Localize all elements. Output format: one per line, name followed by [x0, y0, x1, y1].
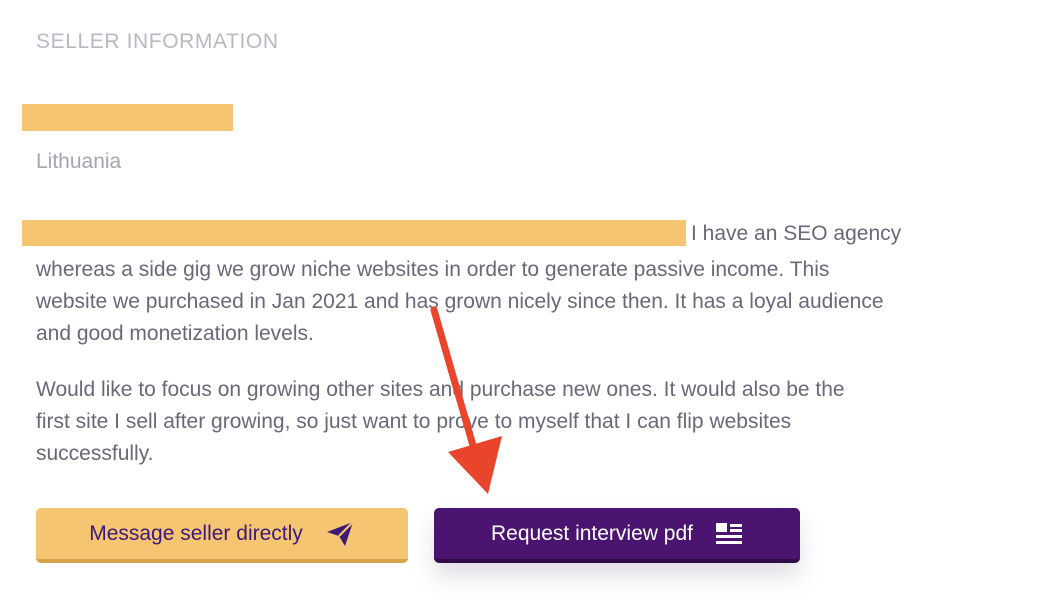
- message-seller-button[interactable]: Message seller directly: [36, 508, 408, 563]
- document-list-icon: [715, 522, 743, 546]
- seller-information-panel: SELLER INFORMATION Lithuania I have an S…: [0, 0, 1052, 606]
- bio-line: successfully.: [36, 442, 154, 465]
- bio-paragraph-2: Would like to focus on growing other sit…: [36, 374, 1026, 470]
- redacted-seller-name: [22, 104, 233, 131]
- bio-line-tail: I have an SEO agency: [691, 222, 902, 245]
- bio-line: whereas a side gig we grow niche website…: [36, 258, 830, 281]
- redacted-bio-text: [22, 220, 686, 246]
- message-seller-label: Message seller directly: [89, 521, 303, 545]
- request-interview-pdf-button[interactable]: Request interview pdf: [434, 508, 800, 563]
- seller-location: Lithuania: [36, 150, 122, 173]
- bio-line: and good monetization levels.: [36, 322, 314, 345]
- section-title: SELLER INFORMATION: [36, 30, 279, 53]
- bio-line: website we purchased in Jan 2021 and has…: [36, 290, 884, 313]
- request-interview-label: Request interview pdf: [491, 521, 693, 545]
- bio-paragraph-1: whereas a side gig we grow niche website…: [36, 254, 1026, 350]
- bio-line: first site I sell after growing, so just…: [36, 410, 792, 433]
- bio-line: Would like to focus on growing other sit…: [36, 378, 845, 401]
- send-icon: [325, 520, 355, 548]
